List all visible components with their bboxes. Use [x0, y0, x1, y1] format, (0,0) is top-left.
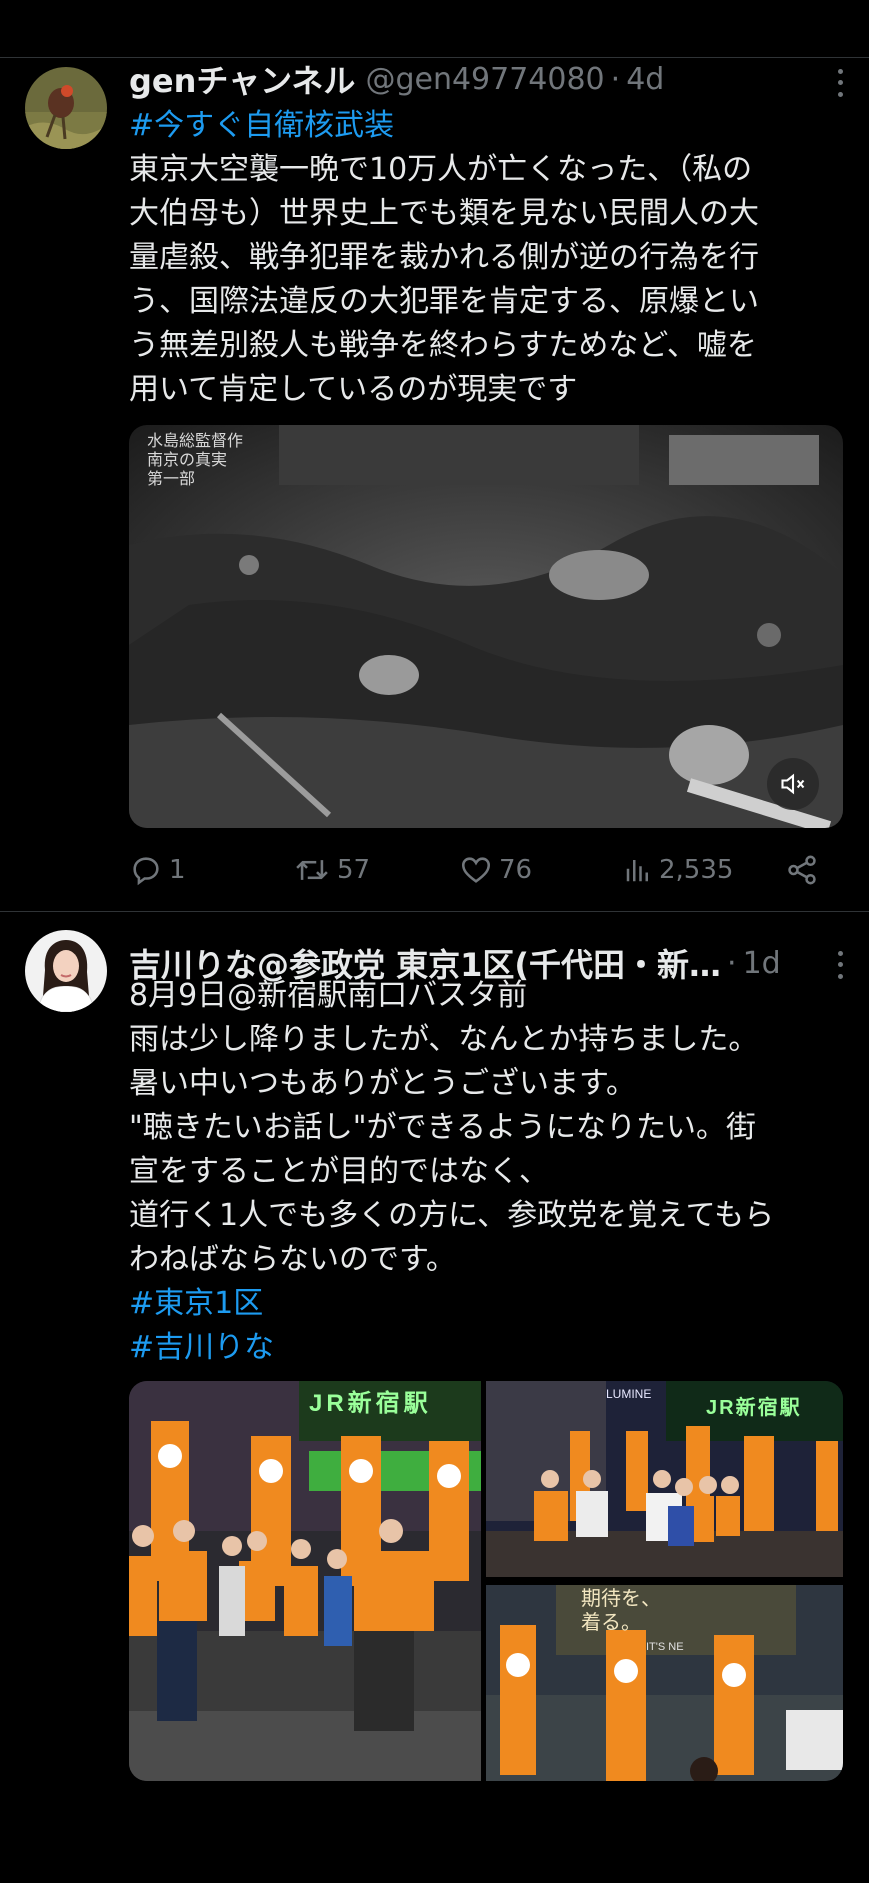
more-options-icon[interactable] — [825, 66, 855, 100]
tweet-text-line: う、国際法違反の大犯罪を肯定する、原爆とい — [129, 284, 759, 319]
heart-icon — [461, 857, 491, 883]
timestamp[interactable]: 4d — [626, 62, 664, 97]
retweet-icon — [296, 860, 328, 880]
views-button[interactable]: 2,535 — [623, 848, 733, 892]
group-photo-image — [129, 1381, 481, 1781]
hashtag-link[interactable]: #今すぐ自衛核武装 — [129, 104, 394, 148]
tweet-text-line: 用いて肯定しているのが現実です — [129, 372, 578, 407]
video-caption: 水島総監督作 南京の真実 第一部 — [147, 431, 243, 488]
video-caption-line: 南京の真実 — [147, 450, 228, 469]
avatar-bird-image — [25, 67, 107, 149]
tweet-text-line: 宣をすることが目的ではなく、 — [129, 1154, 549, 1189]
photo-1[interactable]: JR新宿駅 — [129, 1381, 481, 1781]
billboard-line: 着る。 — [581, 1612, 641, 1634]
station-sign-text: JR新宿駅 — [309, 1390, 432, 1417]
storefront-sign-text: LUMINE — [606, 1387, 652, 1401]
tweet-text-line: う無差別殺人も戦争を終わらすためなど、嘘を — [129, 328, 757, 363]
video-player[interactable]: 水島総監督作 南京の真実 第一部 — [129, 425, 843, 828]
separator-dot: · — [727, 945, 737, 981]
action-bar: 1 57 76 2,535 — [129, 848, 849, 892]
mute-button[interactable] — [767, 758, 819, 810]
view-count: 2,535 — [659, 855, 734, 885]
tweet-text-line: 8月9日@新宿駅南口バスタ前 — [129, 978, 528, 1013]
share-icon — [788, 855, 816, 885]
reply-count: 1 — [169, 855, 186, 885]
photo-grid: JR新宿駅 LUMINE JR新宿駅 期待を、 着る。 IT'S NE — [129, 1381, 843, 1781]
street-speech-photo-image — [486, 1585, 843, 1781]
author-handle[interactable]: @gen49774080 — [365, 62, 604, 97]
video-caption-line: 第一部 — [147, 469, 196, 488]
tweet-text-line: 東京大空襲一晩で10万人が亡くなった、（私の — [129, 152, 753, 187]
tweet-1[interactable]: genチャンネル @gen49774080 · 4d #今すぐ自衛核武装 東京大… — [0, 58, 869, 908]
tweet-2[interactable]: 吉川りな@参政党 東京1区(千代田・新… · 1d 8月9日@新宿駅南口バスタ前… — [0, 928, 869, 1788]
video-caption-line: 水島総監督作 — [147, 431, 244, 450]
photo-3[interactable]: 期待を、 着る。 IT'S NE — [486, 1585, 843, 1781]
views-chart-icon — [626, 860, 648, 882]
photo-2[interactable]: LUMINE JR新宿駅 — [486, 1381, 843, 1577]
like-button[interactable]: 76 — [459, 848, 532, 892]
share-button[interactable] — [785, 848, 825, 892]
reply-icon — [133, 857, 159, 886]
billboard-line: 期待を、 — [581, 1588, 661, 1610]
tweet-text-line: 道行く1人でも多くの方に、参政党を覚えてもら — [129, 1198, 775, 1233]
tweet-text-line: 大伯母も）世界史上でも類を見ない民間人の大 — [129, 196, 759, 231]
billboard-subtext: IT'S NE — [646, 1641, 684, 1653]
tweet-text-line: わねばならないのです。 — [129, 1242, 456, 1277]
avatar[interactable] — [25, 930, 107, 1012]
like-count: 76 — [499, 855, 533, 885]
separator-dot: · — [610, 61, 621, 97]
more-options-icon[interactable] — [825, 948, 855, 982]
station-sign-text: JR新宿駅 — [706, 1397, 802, 1419]
author-name[interactable]: genチャンネル — [129, 56, 355, 102]
avatar[interactable] — [25, 67, 107, 149]
speaker-muted-icon — [781, 773, 805, 795]
tweet-text-line: "聴きたいお話し"ができるようになりたい。街 — [129, 1110, 756, 1145]
tweet-text-line: 暑い中いつもありがとうございます。 — [129, 1066, 636, 1101]
reply-button[interactable]: 1 — [129, 848, 186, 892]
billboard-text: 期待を、 着る。 — [581, 1587, 661, 1635]
retweet-count: 57 — [337, 855, 371, 885]
tweet-text-line: 量虐殺、戦争犯罪を裁かれる側が逆の行為を行 — [129, 240, 759, 275]
timestamp[interactable]: 1d — [743, 946, 781, 981]
tweet-text-line: 雨は少し降りましたが、なんとか持ちました。 — [129, 1022, 759, 1057]
hashtag-link[interactable]: #東京1区 — [129, 1282, 263, 1326]
tweet-divider — [0, 911, 869, 912]
tweet-header: genチャンネル @gen49774080 · 4d — [129, 56, 849, 102]
avatar-portrait-image — [25, 930, 107, 1012]
retweet-button[interactable]: 57 — [293, 848, 370, 892]
hashtag-link[interactable]: #吉川りな — [129, 1326, 274, 1370]
